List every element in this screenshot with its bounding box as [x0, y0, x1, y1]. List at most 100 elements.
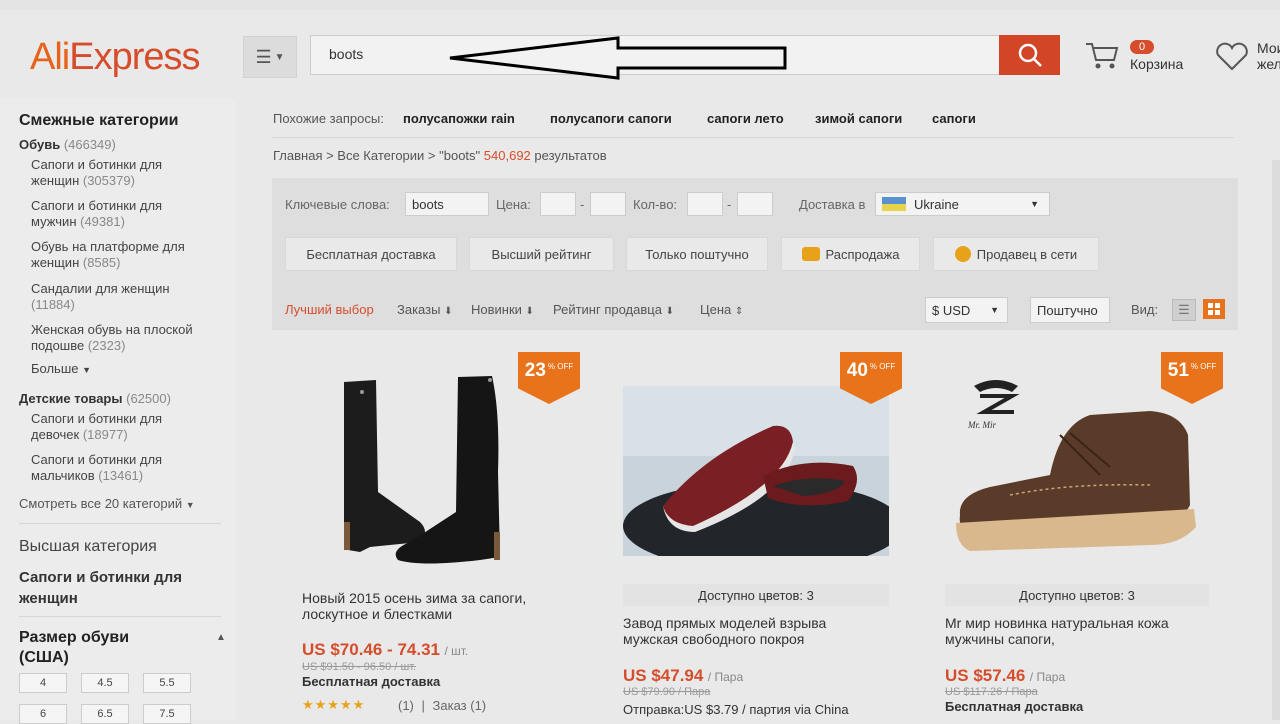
sidebar-item-sandals[interactable]: Сандалии для женщин (11884): [31, 281, 206, 313]
sort-arrows-icon: ⇕: [734, 306, 744, 317]
discount-off: % OFF: [1190, 362, 1217, 371]
sort-rating-label: Рейтинг продавца: [553, 302, 662, 317]
ukraine-flag-icon: [882, 197, 906, 211]
product-reviews[interactable]: (1) | Заказ (1): [398, 698, 486, 713]
categories-menu-button[interactable]: ☰ ▼: [243, 36, 297, 78]
discount-value: 40: [846, 360, 868, 381]
grid-view-icon[interactable]: [1203, 299, 1225, 319]
aliexpress-logo[interactable]: AliExpress: [30, 36, 201, 79]
sidebar-item-shoes[interactable]: Обувь (466349): [19, 137, 116, 152]
keywords-input[interactable]: boots: [405, 192, 489, 216]
top-rated-filter[interactable]: Высший рейтинг: [469, 237, 614, 271]
product-image[interactable]: [330, 372, 530, 572]
related-search-link[interactable]: полусапожки rain: [403, 111, 515, 126]
sort-price[interactable]: Цена ⇕: [700, 302, 743, 317]
available-colors: Доступно цветов: 3: [945, 584, 1209, 606]
star-rating-icon: ★★★★★: [302, 697, 366, 712]
product-title[interactable]: Завод прямых моделей взрыва мужская своб…: [623, 615, 883, 647]
price-label: Цена:: [496, 197, 531, 212]
unit-toggle[interactable]: Поштучно: [1030, 297, 1110, 323]
size-option[interactable]: 4.5: [81, 673, 129, 693]
related-search-link[interactable]: полусапоги сапоги: [550, 111, 672, 126]
size-option[interactable]: 5.5: [143, 673, 191, 693]
free-shipping-filter[interactable]: Бесплатная доставка: [285, 237, 457, 271]
delivery-country-value: Ukraine: [914, 196, 959, 212]
product-image[interactable]: [950, 405, 1210, 555]
sidebar-item-count: (49381): [80, 214, 125, 229]
product-price: US $57.46: [945, 666, 1026, 685]
sort-orders[interactable]: Заказы ⬇: [397, 302, 452, 317]
keywords-label: Ключевые слова:: [285, 197, 390, 212]
see-all-categories-link[interactable]: Смотреть все 20 категорий ▼: [19, 496, 195, 511]
separator: |: [421, 698, 425, 713]
product-old-price: US $79.90 / Пара: [623, 686, 711, 698]
scrollbar[interactable]: [1272, 160, 1280, 720]
sort-arrow-icon: ⬇: [525, 306, 534, 317]
sort-arrow-icon: ⬇: [444, 306, 453, 317]
sort-seller-rating[interactable]: Рейтинг продавца ⬇: [553, 302, 674, 317]
related-search-link[interactable]: зимой сапоги: [815, 111, 902, 126]
chevron-down-icon: ▼: [185, 500, 195, 510]
product-unit: / Пара: [1029, 670, 1066, 684]
size-option[interactable]: 6.5: [81, 704, 129, 724]
related-categories-title: Смежные категории: [19, 112, 179, 129]
product-unit: / Пара: [707, 670, 744, 684]
sidebar-item-count: (13461): [98, 468, 144, 483]
price-min-input[interactable]: [540, 192, 576, 216]
sidebar-item-flats[interactable]: Женская обувь на плоской подошве (2323): [31, 322, 206, 354]
cart-icon[interactable]: [1084, 40, 1120, 70]
more-categories-link[interactable]: Больше ▼: [31, 361, 91, 376]
sort-best-match[interactable]: Лучший выбор: [285, 302, 374, 317]
price-max-input[interactable]: [590, 192, 626, 216]
sidebar-item-count: (466349): [63, 137, 116, 152]
collapse-up-icon[interactable]: ▲: [216, 632, 226, 643]
sort-newest[interactable]: Новинки ⬇: [471, 302, 534, 317]
sidebar-item-label: Обувь: [19, 137, 61, 152]
search-button[interactable]: [999, 35, 1060, 75]
related-search-link[interactable]: сапоги: [932, 111, 976, 126]
product-title[interactable]: Новый 2015 осень зима за сапоги, лоскутн…: [302, 590, 562, 622]
related-search-link[interactable]: сапоги лето: [707, 111, 784, 126]
sidebar-item-men-boots[interactable]: Сапоги и ботинки для мужчин (49381): [31, 198, 206, 230]
top-category-value[interactable]: Сапоги и ботинки для женщин: [19, 567, 219, 609]
product-title[interactable]: Mr мир новинка натуральная кожа мужчины …: [945, 615, 1205, 647]
currency-select[interactable]: $ USD ▼: [925, 297, 1008, 323]
sidebar-item-kids[interactable]: Детские товары (62500): [19, 391, 171, 406]
see-all-label: Смотреть все 20 категорий: [19, 496, 183, 511]
product-image[interactable]: [623, 386, 889, 556]
related-searches-label: Похожие запросы:: [273, 111, 384, 126]
product-price: US $47.94: [623, 666, 704, 685]
sidebar-item-count: (2323): [87, 338, 126, 353]
sort-price-label: Цена: [700, 302, 732, 317]
wishlist-link[interactable]: Мои жела: [1257, 40, 1280, 72]
sidebar-divider: [19, 616, 221, 617]
sidebar-item-women-boots[interactable]: Сапоги и ботинки для женщин (305379): [31, 157, 206, 189]
size-option[interactable]: 6: [19, 704, 67, 724]
breadcrumb: Главная > Все Категории > "boots" 540,69…: [273, 148, 607, 163]
cart-link[interactable]: Корзина: [1130, 56, 1183, 72]
sale-filter-label: Распродажа: [825, 246, 900, 262]
quantity-max-input[interactable]: [737, 192, 773, 216]
single-item-filter[interactable]: Только поштучно: [626, 237, 768, 271]
online-seller-icon: [954, 246, 971, 262]
discount-off: % OFF: [547, 362, 574, 371]
heart-icon[interactable]: [1214, 42, 1250, 72]
product-shipping: Бесплатная доставка: [945, 699, 1084, 714]
discount-off: % OFF: [869, 362, 896, 371]
size-option[interactable]: 4: [19, 673, 67, 693]
list-view-icon[interactable]: ☰: [1172, 299, 1196, 321]
size-option[interactable]: 7.5: [143, 704, 191, 724]
product-price-row: US $57.46 / Пара: [945, 666, 1065, 686]
rating-count: (1): [398, 698, 414, 713]
sidebar-item-boys-boots[interactable]: Сапоги и ботинки для мальчиков (13461): [31, 452, 206, 484]
delivery-country-select[interactable]: Ukraine ▼: [875, 192, 1050, 216]
quantity-min-input[interactable]: [687, 192, 723, 216]
seller-online-filter[interactable]: Продавец в сети: [933, 237, 1099, 271]
shoe-size-title: Размер обуви (США): [19, 629, 130, 666]
sidebar-item-count: (62500): [126, 391, 171, 406]
result-count: 540,692: [483, 148, 531, 163]
sidebar-item-girls-boots[interactable]: Сапоги и ботинки для девочек (18977): [31, 411, 206, 443]
sale-filter[interactable]: Распродажа: [781, 237, 920, 271]
breadcrumb-path[interactable]: Главная > Все Категории > "boots": [273, 148, 480, 163]
sidebar-item-platform-shoes[interactable]: Обувь на платформе для женщин (8585): [31, 239, 206, 271]
